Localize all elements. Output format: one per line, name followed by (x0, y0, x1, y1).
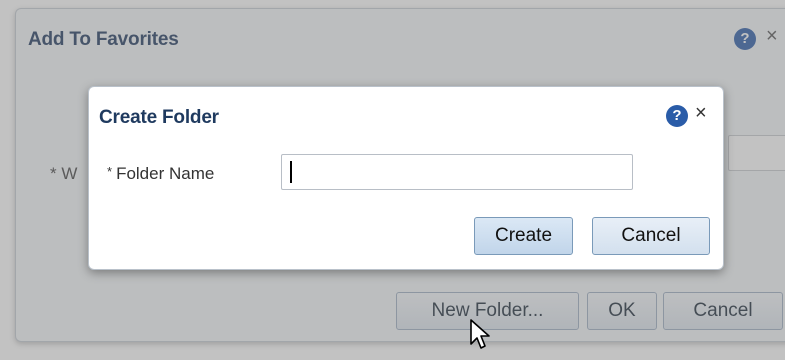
cancel-button[interactable]: Cancel (592, 217, 710, 255)
folder-name-label: * Folder Name (107, 164, 214, 184)
create-folder-dialog: Create Folder ? × * Folder Name Create Ca… (88, 86, 724, 270)
required-marker: * (107, 164, 113, 179)
create-folder-close-icon[interactable]: × (695, 102, 707, 125)
create-button[interactable]: Create (474, 217, 573, 255)
create-folder-help-icon[interactable]: ? (666, 105, 688, 127)
folder-name-input[interactable] (281, 154, 633, 190)
text-caret (290, 161, 292, 183)
screen: Add To Favorites ? × * W New Folder... O… (0, 0, 785, 360)
create-folder-title: Create Folder (99, 107, 219, 128)
mouse-pointer-icon (470, 319, 490, 349)
folder-name-label-text: Folder Name (116, 164, 215, 183)
